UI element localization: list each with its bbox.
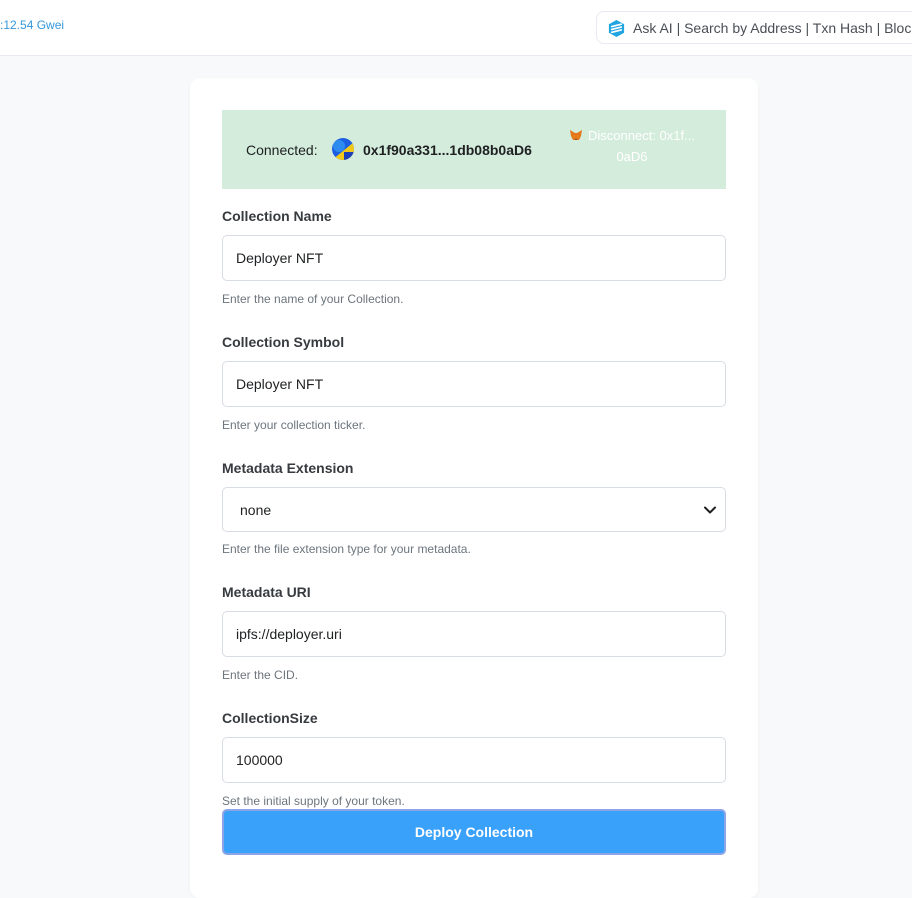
collection-symbol-value: Deployer NFT bbox=[236, 376, 324, 392]
deploy-collection-button[interactable]: Deploy Collection bbox=[222, 809, 726, 855]
chevron-down-icon bbox=[704, 506, 716, 514]
collection-symbol-input[interactable]: Deployer NFT bbox=[222, 361, 726, 407]
collection-size-input[interactable]: 100000 bbox=[222, 737, 726, 783]
metadata-uri-value: ipfs://deployer.uri bbox=[236, 626, 342, 642]
metadata-extension-label: Metadata Extension bbox=[222, 460, 354, 476]
disconnect-label-line1: Disconnect: 0x1f... bbox=[588, 128, 695, 143]
collection-name-input[interactable]: Deployer NFT bbox=[222, 235, 726, 281]
metadata-uri-label: Metadata URI bbox=[222, 584, 311, 600]
gas-price-text[interactable]: :12.54 Gwei bbox=[0, 18, 64, 32]
top-navbar: :12.54 Gwei Ask AI | Search by Address |… bbox=[0, 0, 912, 56]
metadata-uri-hint: Enter the CID. bbox=[222, 668, 299, 682]
search-placeholder[interactable]: Ask AI | Search by Address | Txn Hash | … bbox=[633, 20, 912, 36]
collection-name-value: Deployer NFT bbox=[236, 250, 324, 266]
connected-label: Connected: bbox=[246, 142, 318, 158]
collection-symbol-label: Collection Symbol bbox=[222, 334, 345, 350]
metadata-extension-hint: Enter the file extension type for your m… bbox=[222, 542, 471, 556]
deploy-form-card: Connected: 0x1f90a331...1db08b0aD6 Disco… bbox=[190, 78, 758, 898]
metadata-extension-value: none bbox=[240, 502, 272, 518]
disconnect-label-line2: 0aD6 bbox=[616, 149, 648, 164]
collection-name-label: Collection Name bbox=[222, 208, 332, 224]
search-bar[interactable]: Ask AI | Search by Address | Txn Hash | … bbox=[596, 11, 912, 44]
collection-size-label: CollectionSize bbox=[222, 710, 318, 726]
collection-size-hint: Set the initial supply of your token. bbox=[222, 794, 405, 808]
disconnect-button[interactable]: Disconnect: 0x1f... 0aD6 bbox=[562, 125, 702, 167]
collection-size-value: 100000 bbox=[236, 752, 283, 768]
etherscan-logo-icon bbox=[608, 19, 625, 38]
wallet-connected-banner: Connected: 0x1f90a331...1db08b0aD6 Disco… bbox=[222, 110, 726, 189]
wallet-address: 0x1f90a331...1db08b0aD6 bbox=[363, 142, 532, 158]
metadata-extension-select[interactable]: none bbox=[222, 487, 726, 532]
metadata-uri-input[interactable]: ipfs://deployer.uri bbox=[222, 611, 726, 657]
collection-name-hint: Enter the name of your Collection. bbox=[222, 292, 404, 306]
avatar-icon bbox=[332, 138, 354, 160]
metamask-fox-icon bbox=[570, 130, 583, 140]
collection-symbol-hint: Enter your collection ticker. bbox=[222, 418, 366, 432]
